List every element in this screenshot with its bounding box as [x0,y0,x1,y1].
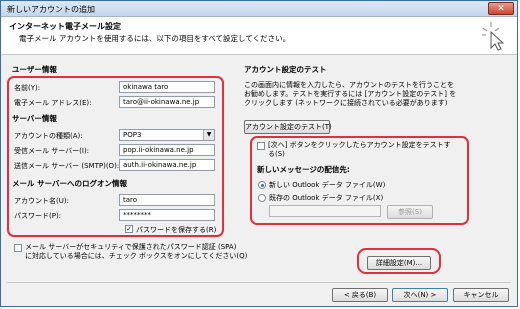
cursor-click-icon [482,22,505,51]
account-name-field[interactable]: taro [119,194,215,206]
spa-label: メール サーバーがセキュリティで保護されたパスワード認証 (SPA) に対応して… [25,243,247,261]
outgoing-server-label: 送信メール サーバー (SMTP)(O): [14,162,120,170]
user-info-heading: ユーザー情報 [12,65,57,74]
back-button[interactable]: < 戻る(B) [332,288,388,302]
auto-test-line2: る(S) [268,150,285,158]
new-datafile-label: 新しい Outlook データ ファイル(W) [269,181,386,189]
title-bar: 新しいアカウントの追加 ✕ [1,1,517,17]
new-datafile-radio[interactable] [258,181,266,189]
datafile-path-field[interactable] [269,205,381,217]
account-type-value: POP3 [123,131,142,139]
auto-test-line1: [次へ] ボタンをクリックしたらアカウント設定をテストす [268,141,451,149]
save-password-label: パスワードを保存する(R) [136,226,217,234]
incoming-server-field[interactable]: pop.ii-okinawa.ne.jp [119,144,215,156]
auto-test-label: [次へ] ボタンをクリックしたらアカウント設定をテストす る(S) [268,141,451,159]
test-desc-line1: この画面内に情報を入力したら、アカウントのテストを行うことを [244,81,454,89]
account-name-label: アカウント名(U): [14,197,69,205]
window-title: 新しいアカウントの追加 [7,5,95,14]
more-settings-button[interactable]: 詳細設定(M)... [367,256,431,270]
footer-divider [7,282,511,283]
existing-datafile-label: 既存の Outlook データ ファイル(X) [269,194,384,202]
outgoing-server-field[interactable]: auth.ii-okinawa.ne.jp [119,159,215,171]
spa-label-line2: に対応している場合には、チェック ボックスをオンにしてください(Q) [25,252,248,260]
existing-datafile-radio[interactable] [258,194,266,202]
test-desc-line3: クリックします (ネットワークに接続されている必要があります) [244,99,448,107]
delivery-heading: 新しいメッセージの配信先: [257,165,350,174]
test-description: この画面内に情報を入力したら、アカウントのテストを行うことを お勧めします。テス… [244,81,456,108]
dialog-window: 新しいアカウントの追加 ✕ インターネット電子メール設定 電子メール アカウント… [0,0,518,307]
name-field[interactable]: okinawa taro [119,81,215,93]
test-desc-line2: お勧めします。テストを実行するには [アカウント設定のテスト] を [244,90,457,98]
logon-info-heading: メール サーバーへのログオン情報 [12,179,128,188]
browse-button[interactable]: 参照(S) [387,205,433,219]
test-heading: アカウント設定のテスト [244,65,327,74]
header-subtitle: 電子メール アカウントを使用するには、以下の項目をすべて設定してください。 [19,34,291,43]
password-label: パスワード(P): [14,212,62,220]
account-type-label: アカウントの種類(A): [14,132,83,140]
email-field[interactable]: taro@ii-okinawa.ne.jp [119,96,215,108]
password-field[interactable]: ******** [119,209,215,221]
server-info-heading: サーバー情報 [12,114,57,123]
cancel-button[interactable]: キャンセル [453,288,509,302]
chevron-down-icon: ▼ [203,130,214,140]
save-password-checkbox[interactable]: ✓ [125,225,133,233]
account-type-select[interactable]: POP3 ▼ [119,129,215,141]
email-label: 電子メール アドレス(E): [14,99,92,107]
spa-label-line1: メール サーバーがセキュリティで保護されたパスワード認証 (SPA) [25,243,237,251]
auto-test-checkbox[interactable] [257,142,265,150]
name-label: 名前(Y): [14,84,41,92]
close-button[interactable]: ✕ [488,2,514,15]
test-account-button[interactable]: アカウント設定のテスト(T) [244,120,332,134]
incoming-server-label: 受信メール サーバー(I): [14,147,90,155]
header-title: インターネット電子メール設定 [9,22,121,31]
next-button[interactable]: 次へ(N) > [392,288,448,302]
spa-checkbox[interactable] [14,244,22,252]
dialog-header: インターネット電子メール設定 電子メール アカウントを使用するには、以下の項目を… [1,17,517,55]
